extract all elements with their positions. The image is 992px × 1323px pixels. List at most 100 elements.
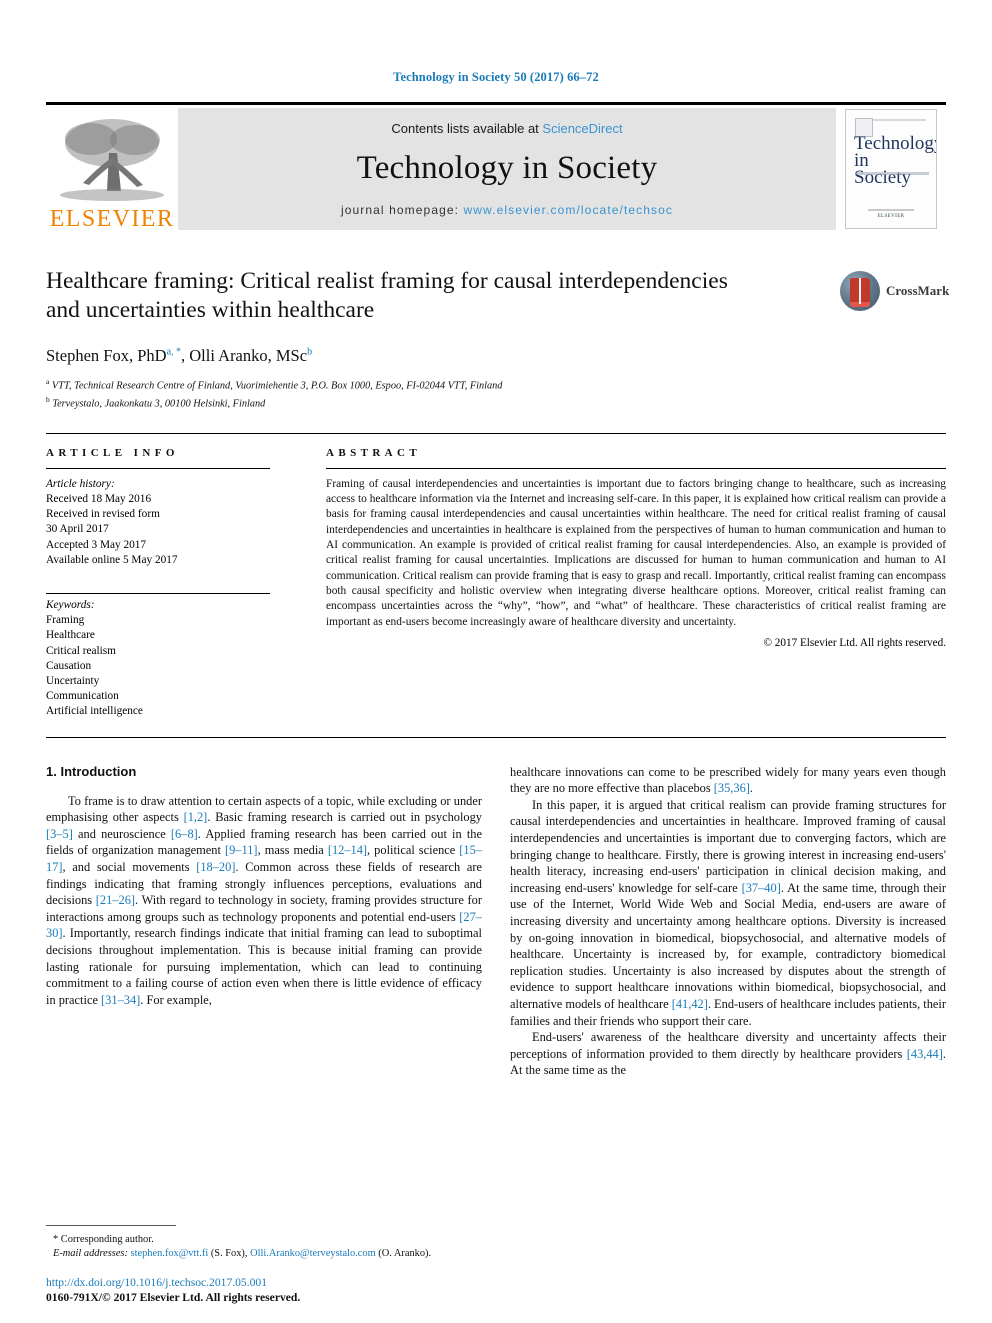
corresponding-author-text: Corresponding author. bbox=[60, 1234, 154, 1245]
contents-prefix: Contents lists available at bbox=[391, 121, 543, 136]
doi-link[interactable]: http://dx.doi.org/10.1016/j.techsoc.2017… bbox=[46, 1275, 506, 1290]
citation-ref[interactable]: [9–11] bbox=[225, 843, 258, 857]
affiliation-b: b Terveystalo, Jaakonkatu 3, 00100 Helsi… bbox=[46, 394, 266, 410]
article-info-column: ARTICLE INFO Article history: Received 1… bbox=[46, 447, 298, 720]
crossmark-label: CrossMark bbox=[886, 283, 950, 298]
journal-masthead: ELSEVIER Contents lists available at Sci… bbox=[46, 102, 946, 233]
abstract-text: Framing of causal interdependencies and … bbox=[326, 477, 946, 628]
article-history-label: Article history: bbox=[46, 477, 115, 490]
paragraph-text: and neuroscience bbox=[72, 826, 171, 841]
footnote-block: * Corresponding author. E-mail addresses… bbox=[46, 1225, 482, 1261]
running-head: Technology in Society 50 (2017) 66–72 bbox=[393, 70, 599, 84]
contents-available-line: Contents lists available at ScienceDirec… bbox=[391, 121, 622, 136]
info-abstract-section: ARTICLE INFO Article history: Received 1… bbox=[46, 432, 946, 720]
footnote-rule bbox=[46, 1225, 176, 1226]
cover-footer: ELSEVIER bbox=[868, 209, 914, 219]
journal-cover: Technology in Society ELSEVIER bbox=[836, 105, 946, 233]
title-block: Healthcare framing: Critical realist fra… bbox=[46, 267, 950, 331]
paragraph: In this paper, it is argued that critica… bbox=[510, 797, 946, 1029]
paragraph-text: , mass media bbox=[257, 843, 328, 858]
keyword-item: Critical realism bbox=[46, 644, 116, 657]
abstract-column: ABSTRACT Framing of causal interdependen… bbox=[326, 447, 946, 720]
elsevier-tree-icon bbox=[60, 119, 164, 201]
article-history-item: 30 April 2017 bbox=[46, 523, 109, 536]
email-addresses-note: E-mail addresses: stephen.fox@vtt.fi (S.… bbox=[46, 1247, 482, 1261]
paragraph-text: . At the same time, through their use of… bbox=[510, 880, 947, 1011]
paragraph-text: , and social movements bbox=[62, 860, 197, 875]
abstract-rights: © 2017 Elsevier Ltd. All rights reserved… bbox=[763, 636, 947, 649]
keyword-item: Artificial intelligence bbox=[46, 705, 143, 718]
author-2-name: Olli Aranko, MSc bbox=[189, 346, 308, 365]
paragraph-text: . Basic framing research is carried out … bbox=[207, 810, 482, 825]
keywords-block: Keywords: Framing Healthcare Critical re… bbox=[46, 593, 298, 720]
article-history-item: Received 18 May 2016 bbox=[46, 493, 152, 506]
keyword-item: Framing bbox=[46, 614, 85, 627]
citation-ref[interactable]: [37–40] bbox=[742, 881, 781, 895]
body-separator-rule bbox=[46, 736, 946, 738]
journal-homepage-line: journal homepage: www.elsevier.com/locat… bbox=[341, 203, 673, 217]
journal-homepage-link[interactable]: www.elsevier.com/locate/techsoc bbox=[464, 203, 674, 217]
keyword-item: Uncertainty bbox=[46, 675, 100, 688]
paragraph: healthcare innovations can come to be pr… bbox=[510, 764, 946, 797]
masthead-center: Contents lists available at ScienceDirec… bbox=[178, 108, 836, 230]
article-page: Technology in Society 50 (2017) 66–72 EL… bbox=[0, 0, 992, 1323]
homepage-prefix: journal homepage: bbox=[340, 203, 464, 217]
email-link-2[interactable]: Olli.Aranko@terveystalo.com bbox=[250, 1248, 376, 1259]
keywords-label: Keywords: bbox=[46, 599, 95, 612]
issn-copyright-line: 0160-791X/© 2017 Elsevier Ltd. All right… bbox=[46, 1291, 301, 1304]
paragraph-text: , political science bbox=[367, 843, 460, 858]
cover-title: Technology in Society bbox=[854, 134, 936, 188]
cover-top-rule bbox=[872, 119, 926, 121]
page-title: Healthcare framing: Critical realist fra… bbox=[46, 268, 728, 323]
citation-ref[interactable]: [1,2] bbox=[184, 810, 208, 824]
crossmark-badge[interactable]: CrossMark bbox=[840, 269, 950, 313]
article-info-rule bbox=[46, 467, 270, 469]
crossmark-icon bbox=[840, 271, 880, 311]
citation-ref[interactable]: [21–26] bbox=[96, 893, 135, 907]
cover-subtitle-rule bbox=[855, 172, 929, 175]
citation-ref[interactable]: [12–14] bbox=[328, 843, 367, 857]
affiliation-b-text: Terveystalo, Jaakonkatu 3, 00100 Helsink… bbox=[52, 398, 266, 410]
citation-ref[interactable]: [41,42] bbox=[672, 997, 708, 1011]
citation-ref[interactable]: [43,44] bbox=[907, 1047, 943, 1061]
email-owner-2: (O. Aranko). bbox=[378, 1248, 432, 1259]
cover-footer-label: ELSEVIER bbox=[877, 214, 905, 219]
article-history-item: Received in revised form bbox=[46, 508, 160, 521]
article-info-heading: ARTICLE INFO bbox=[46, 446, 179, 459]
author-1-marks[interactable]: a, * bbox=[167, 347, 181, 358]
citation-ref[interactable]: [6–8] bbox=[171, 827, 198, 841]
sciencedirect-link[interactable]: ScienceDirect bbox=[542, 121, 622, 136]
paragraph-text: . bbox=[749, 781, 754, 796]
author-2-marks[interactable]: b bbox=[307, 347, 312, 358]
keyword-item: Healthcare bbox=[46, 629, 95, 642]
citation-ref[interactable]: [3–5] bbox=[46, 827, 73, 841]
section-heading-introduction: 1. Introduction bbox=[46, 763, 137, 779]
article-history-item: Available online 5 May 2017 bbox=[46, 553, 178, 566]
corresponding-author-note: * Corresponding author. bbox=[53, 1234, 154, 1245]
email-link-1[interactable]: stephen.fox@vtt.fi bbox=[131, 1248, 209, 1259]
keywords-rule bbox=[46, 593, 270, 595]
cover-title-line2: in Society bbox=[854, 150, 911, 188]
affiliation-a-text: VTT, Technical Research Centre of Finlan… bbox=[51, 380, 503, 392]
citation-ref[interactable]: [18–20] bbox=[196, 860, 235, 874]
body-column-left: 1. Introduction To frame is to draw atte… bbox=[46, 764, 482, 1079]
email-owner-1: (S. Fox), bbox=[210, 1248, 248, 1259]
citation-ref[interactable]: [31–34] bbox=[101, 993, 140, 1007]
keyword-item: Causation bbox=[46, 659, 92, 672]
paragraph-text: End-users' awareness of the healthcare d… bbox=[510, 1030, 946, 1061]
author-1-name: Stephen Fox, PhD bbox=[46, 346, 167, 365]
body-columns: 1. Introduction To frame is to draw atte… bbox=[46, 764, 946, 1079]
citation-ref[interactable]: [35,36] bbox=[714, 781, 750, 795]
affiliation-a: a VTT, Technical Research Centre of Finl… bbox=[46, 377, 503, 392]
abstract-heading: ABSTRACT bbox=[326, 446, 422, 459]
paragraph: End-users' awareness of the healthcare d… bbox=[510, 1029, 946, 1079]
email-label: E-mail addresses: bbox=[53, 1248, 128, 1259]
body-column-right: healthcare innovations can come to be pr… bbox=[510, 764, 946, 1079]
article-history-item: Accepted 3 May 2017 bbox=[46, 538, 147, 551]
elsevier-wordmark: ELSEVIER bbox=[49, 206, 175, 232]
paragraph: To frame is to draw attention to certain… bbox=[46, 793, 482, 1009]
abstract-rule bbox=[326, 467, 946, 469]
imprint-block: http://dx.doi.org/10.1016/j.techsoc.2017… bbox=[46, 1275, 506, 1305]
keyword-item: Communication bbox=[46, 690, 119, 703]
journal-title: Technology in Society bbox=[356, 150, 658, 186]
